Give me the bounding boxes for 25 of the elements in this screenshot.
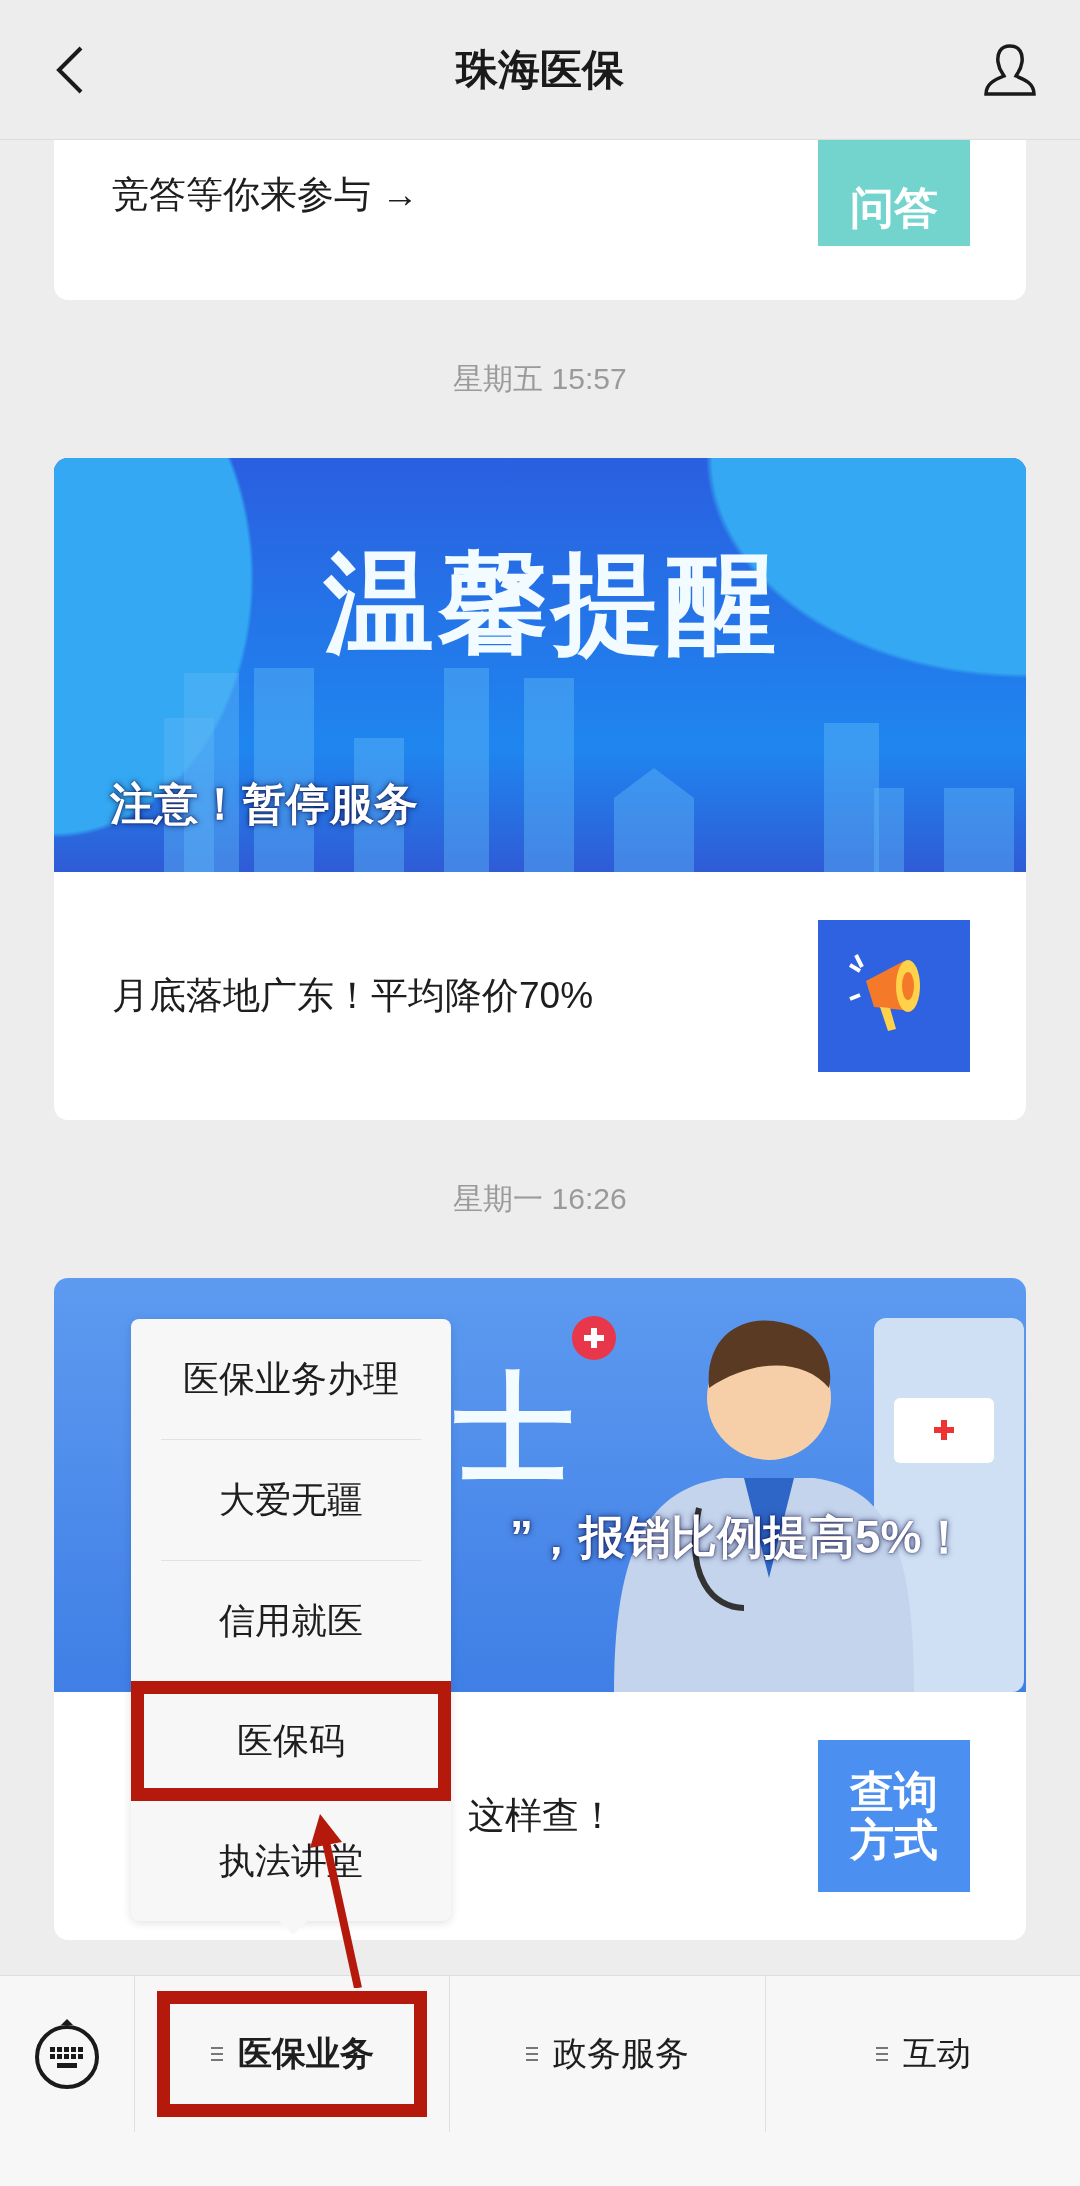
message-time: 星期一 16:26 <box>453 1180 627 1217</box>
menu-item[interactable]: 信用就医 <box>131 1561 451 1681</box>
menu-item[interactable]: 医保码 <box>131 1681 451 1801</box>
menu-lines-icon <box>210 2046 225 2062</box>
banner-caption: 注意！暂停服务 <box>110 778 418 830</box>
menu-item[interactable]: 医保业务办理 <box>131 1319 451 1439</box>
message-time: 星期五 15:57 <box>453 360 627 397</box>
keyboard-icon[interactable] <box>32 2017 102 2091</box>
menu-tab[interactable]: 政务服务 <box>472 1991 743 2117</box>
menu-lines-icon <box>525 2046 540 2062</box>
thumbnail-text: 查询 <box>850 1767 938 1816</box>
article-card[interactable]: 温馨提醒 注意！暂停服务 月底落地广东！平均降价70% <box>54 458 1026 1120</box>
thumbnail-text: 问答 <box>850 183 938 232</box>
article-summary: 月底落地广东！平均降价70% <box>112 974 594 1018</box>
menu-lines-icon <box>874 2046 889 2062</box>
menu-tab[interactable]: 互动 <box>821 1991 1024 2117</box>
page-title: 珠海医保 <box>456 44 624 95</box>
article-card[interactable]: 竞答等你来参与 → 问答 <box>54 140 1026 300</box>
article-summary: 这样查！ <box>468 1794 616 1838</box>
thumbnail-text: 方式 <box>850 1816 938 1865</box>
menu-item[interactable]: 大爱无疆 <box>131 1440 451 1560</box>
banner-title: 士 <box>454 1368 578 1488</box>
banner-title: 温馨提醒 <box>324 548 780 658</box>
menu-tab[interactable]: 医保业务 <box>157 1991 428 2117</box>
article-summary: 竞答等你来参与 → <box>112 173 419 217</box>
